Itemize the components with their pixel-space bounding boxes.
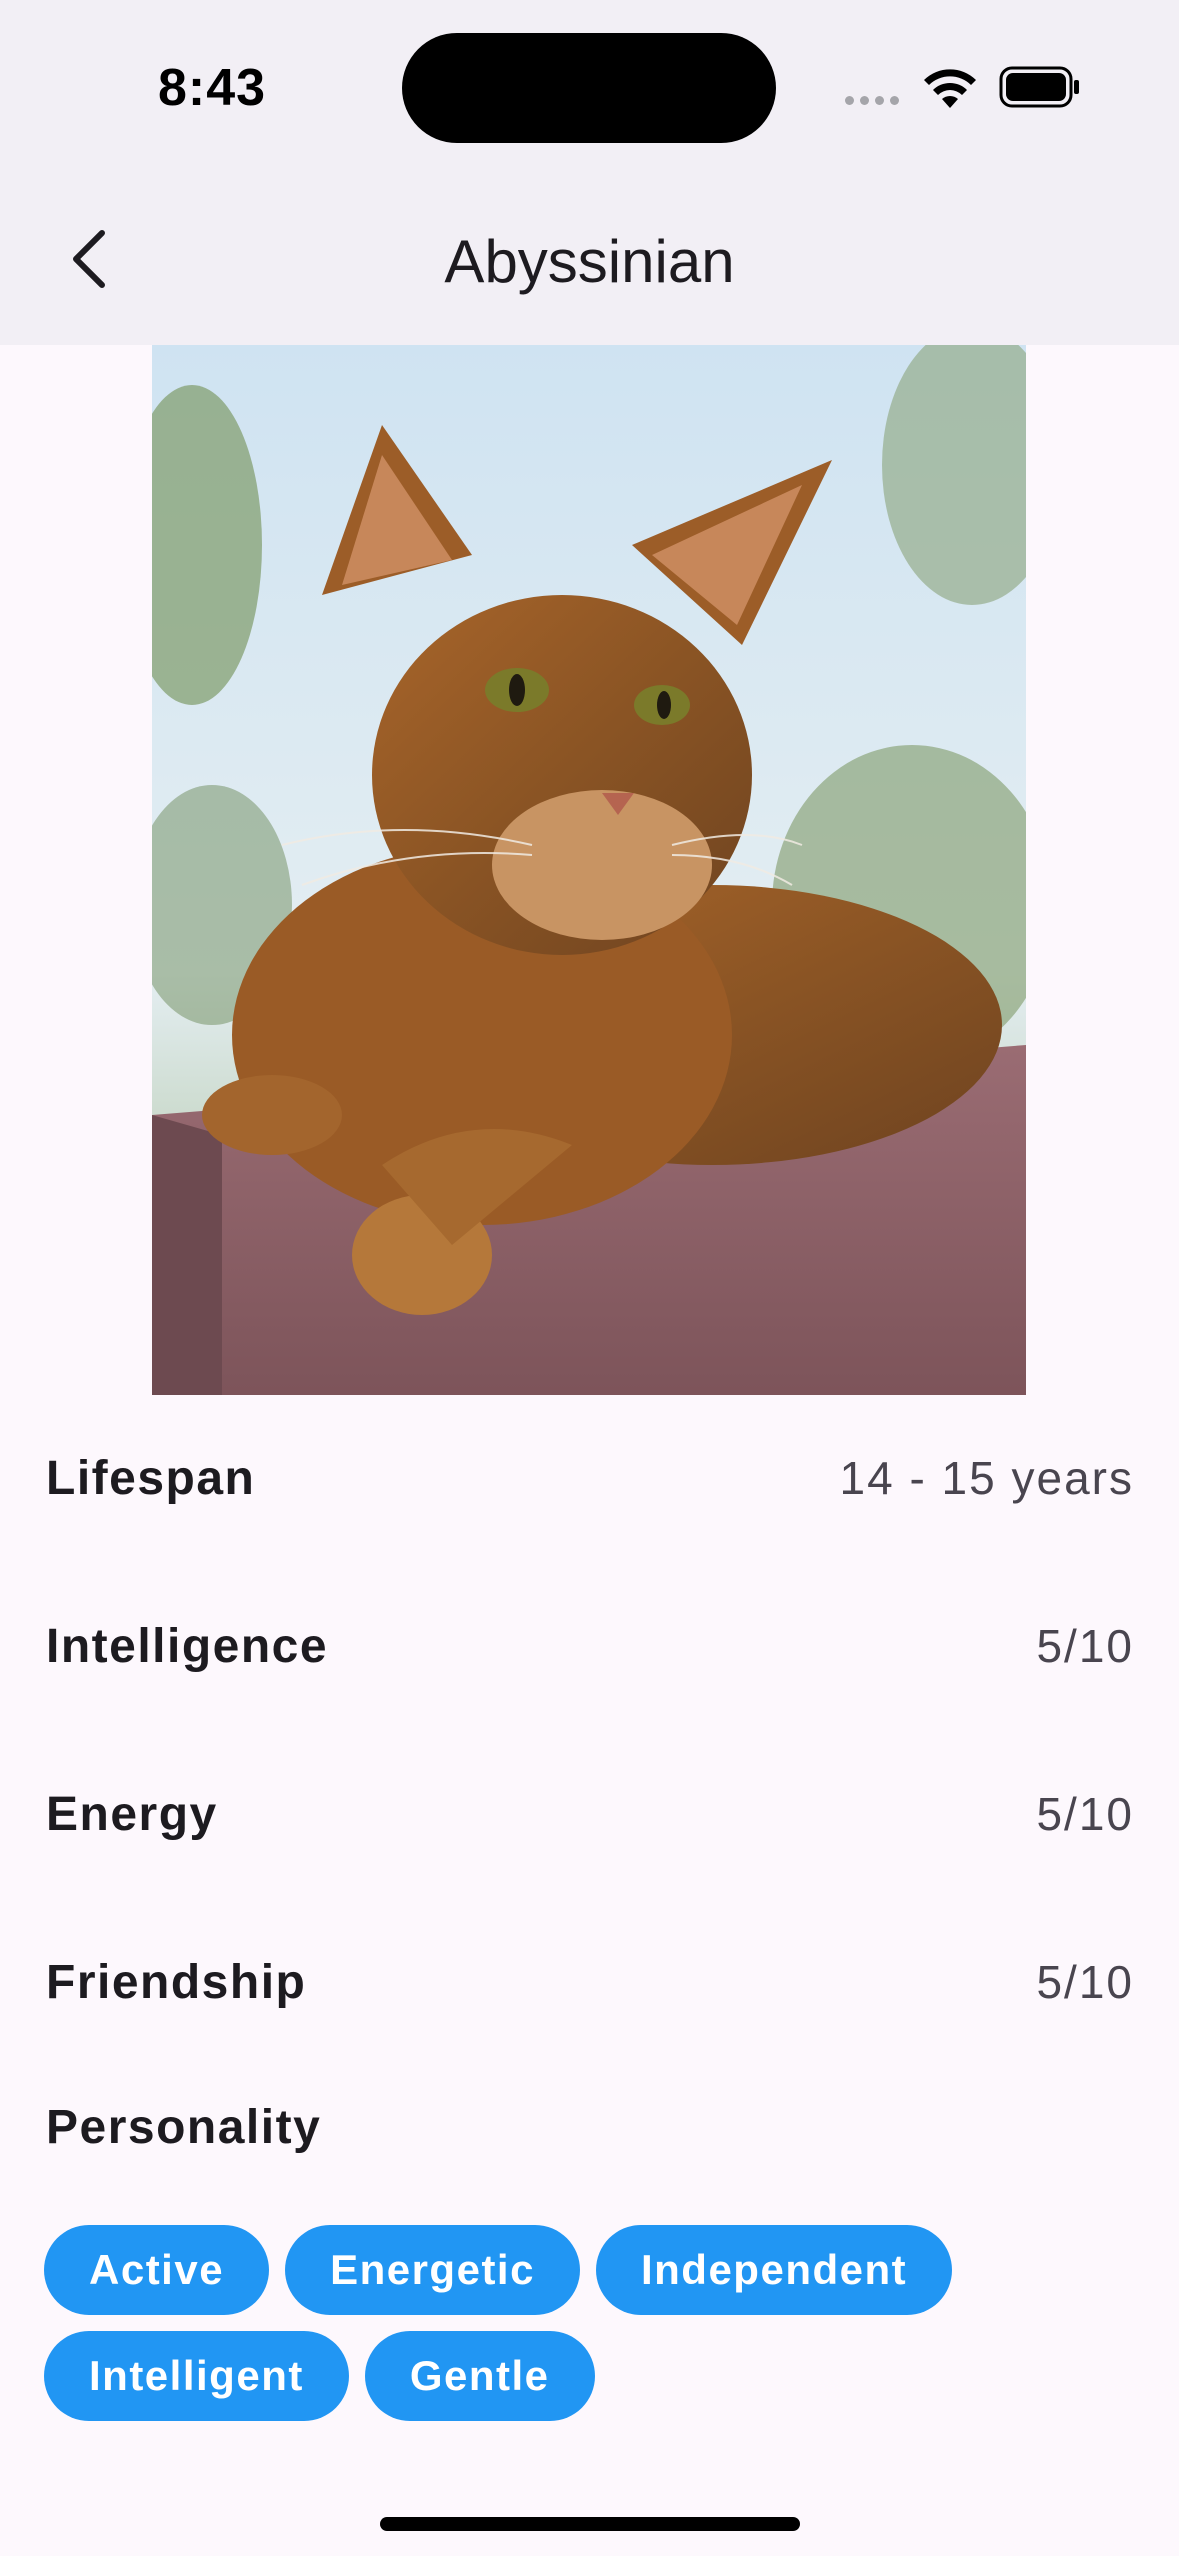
status-bar: 8:43 [0, 0, 1179, 175]
personality-chip-energetic[interactable]: Energetic [285, 2225, 580, 2315]
personality-chip-gentle[interactable]: Gentle [364, 2331, 595, 2421]
stat-row-friendship: Friendship 5/10 [46, 1947, 1134, 2017]
battery-icon [999, 66, 1079, 108]
personality-heading: Personality [46, 2101, 322, 2154]
personality-chip-active[interactable]: Active [44, 2225, 270, 2315]
stat-row-energy: Energy 5/10 [46, 1779, 1134, 1849]
personality-chips: Active Energetic Independent Intelligent… [44, 2225, 1044, 2421]
stat-label: Lifespan [46, 1451, 256, 1505]
personality-chip-intelligent[interactable]: Intelligent [44, 2331, 349, 2421]
personality-chip-independent[interactable]: Independent [595, 2225, 953, 2315]
page-title: Abyssinian [444, 228, 735, 295]
status-time: 8:43 [158, 59, 267, 117]
stat-label: Energy [46, 1787, 218, 1841]
stat-value: 5/10 [1036, 1620, 1134, 1672]
stat-label: Intelligence [46, 1619, 329, 1673]
stat-value: 14 - 15 years [839, 1452, 1134, 1504]
wifi-icon [924, 69, 976, 108]
breed-image [152, 345, 1026, 1395]
app-bar: Abyssinian [0, 175, 1179, 345]
stat-row-lifespan: Lifespan 14 - 15 years [46, 1443, 1134, 1513]
home-indicator[interactable] [380, 2517, 800, 2531]
stat-value: 5/10 [1036, 1788, 1134, 1840]
stat-label: Friendship [46, 1955, 307, 2009]
stat-value: 5/10 [1036, 1956, 1134, 2008]
cellular-signal-icon [845, 96, 899, 105]
stat-row-intelligence: Intelligence 5/10 [46, 1611, 1134, 1681]
dynamic-island [402, 33, 776, 143]
